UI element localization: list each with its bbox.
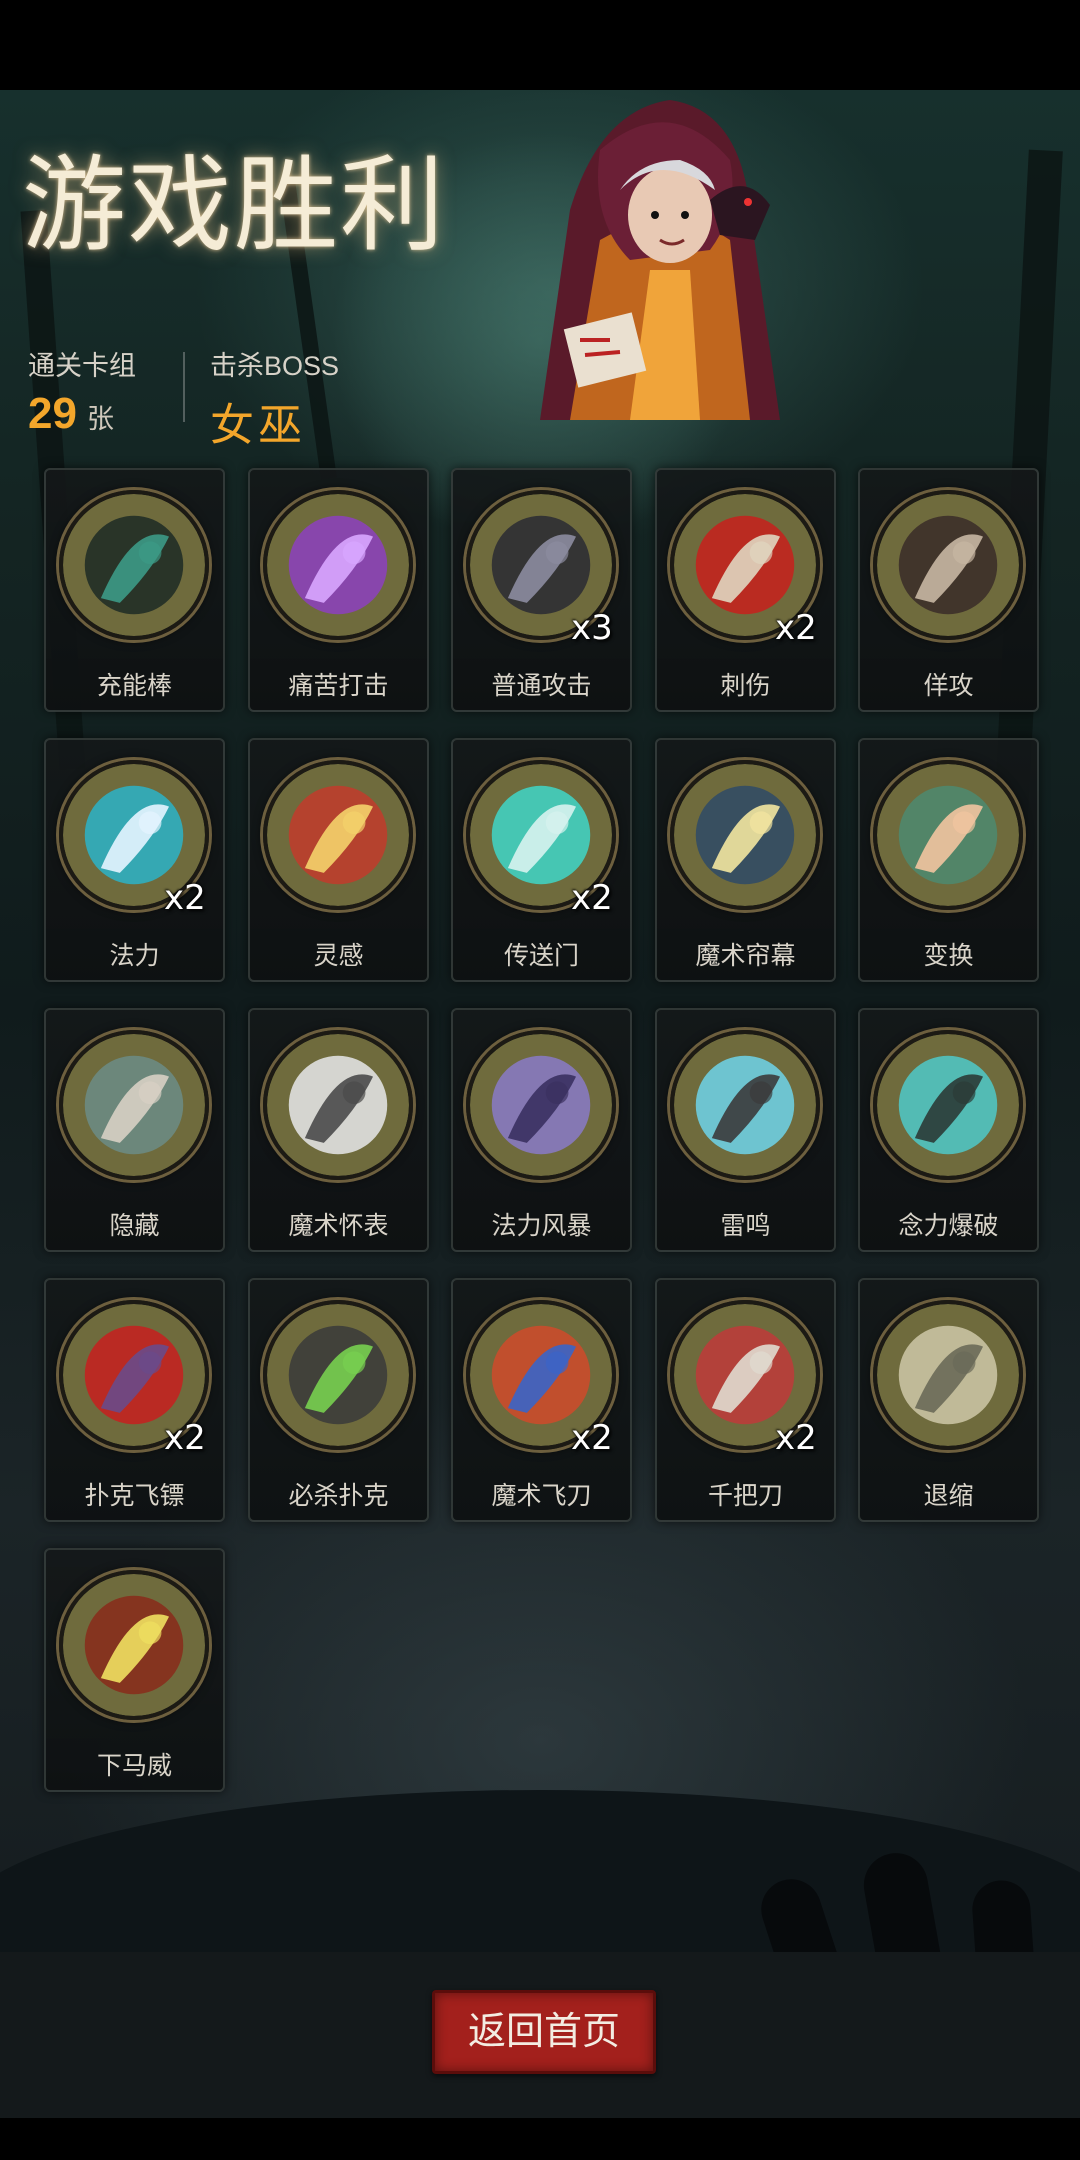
card-name: 法力风暴 xyxy=(491,1212,592,1240)
card-tile[interactable]: 佯攻 xyxy=(858,468,1039,712)
card-name: 必杀扑克 xyxy=(288,1482,389,1510)
card-count-badge: x2 xyxy=(164,878,206,918)
card-count-badge: x3 xyxy=(571,608,613,648)
card-name: 雷鸣 xyxy=(720,1212,771,1240)
card-name: 变换 xyxy=(923,942,974,970)
card-name: 法力 xyxy=(109,942,160,970)
card-name: 魔术帘幕 xyxy=(695,942,796,970)
card-count-badge: x2 xyxy=(775,608,817,648)
card-count-badge: x2 xyxy=(164,1418,206,1458)
retreat-icon xyxy=(873,1300,1023,1450)
thunder-icon xyxy=(670,1030,820,1180)
magic-curtain-icon xyxy=(670,760,820,910)
card-name: 退缩 xyxy=(923,1482,974,1510)
feint-icon xyxy=(873,490,1023,640)
card-name: 痛苦打击 xyxy=(288,672,389,700)
card-tile[interactable]: x2 扑克飞镖 xyxy=(44,1278,225,1522)
card-tile[interactable]: x2 传送门 xyxy=(451,738,632,982)
card-tile[interactable]: 法力风暴 xyxy=(451,1008,632,1252)
card-tile[interactable]: 痛苦打击 xyxy=(248,468,429,712)
victory-title: 游戏胜利 xyxy=(22,144,447,266)
card-tile[interactable]: 灵感 xyxy=(248,738,429,982)
inspiration-icon xyxy=(263,760,413,910)
card-tile[interactable]: x2 法力 xyxy=(44,738,225,982)
mana-storm-icon xyxy=(466,1030,616,1180)
cleared-deck-unit: 张 xyxy=(86,404,114,434)
card-count-badge: x2 xyxy=(571,878,613,918)
return-home-button[interactable]: 返回首页 xyxy=(432,1990,656,2074)
boss-kill-stat: 击杀BOSS 女巫 xyxy=(210,344,339,453)
cleared-deck-count: 29 xyxy=(28,389,77,438)
charge-rod-icon xyxy=(59,490,209,640)
intimidate-icon xyxy=(59,1570,209,1720)
boss-kill-label: 击杀BOSS xyxy=(210,351,340,381)
card-name: 佯攻 xyxy=(923,672,974,700)
cleared-deck-stat: 通关卡组 29 张 xyxy=(28,344,136,439)
card-tile[interactable]: 魔术怀表 xyxy=(248,1008,429,1252)
card-tile[interactable]: x3 普通攻击 xyxy=(451,468,632,712)
top-black-bar xyxy=(0,0,1080,90)
cleared-deck-label: 通关卡组 xyxy=(28,351,136,381)
card-name: 传送门 xyxy=(503,942,579,970)
card-name: 千把刀 xyxy=(707,1482,783,1510)
card-tile[interactable]: 下马威 xyxy=(44,1548,225,1792)
card-tile[interactable]: 魔术帘幕 xyxy=(655,738,836,982)
psychic-blast-icon xyxy=(873,1030,1023,1180)
card-tile[interactable]: 变换 xyxy=(858,738,1039,982)
card-tile[interactable]: 充能棒 xyxy=(44,468,225,712)
card-count-badge: x2 xyxy=(571,1418,613,1458)
card-name: 下马威 xyxy=(96,1752,172,1780)
stat-divider xyxy=(183,352,185,422)
card-name: 扑克飞镖 xyxy=(84,1482,185,1510)
card-name: 念力爆破 xyxy=(898,1212,999,1240)
boss-name: 女巫 xyxy=(210,401,306,450)
card-tile[interactable]: x2 魔术飞刀 xyxy=(451,1278,632,1522)
card-name: 刺伤 xyxy=(720,672,771,700)
bottom-black-bar xyxy=(0,2118,1080,2160)
card-name: 隐藏 xyxy=(109,1212,160,1240)
card-tile[interactable]: 必杀扑克 xyxy=(248,1278,429,1522)
card-tile[interactable]: x2 千把刀 xyxy=(655,1278,836,1522)
card-tile[interactable]: 隐藏 xyxy=(44,1008,225,1252)
killer-poker-icon xyxy=(263,1300,413,1450)
card-name: 普通攻击 xyxy=(491,672,592,700)
card-tile[interactable]: 念力爆破 xyxy=(858,1008,1039,1252)
card-tile[interactable]: 退缩 xyxy=(858,1278,1039,1522)
pocket-watch-icon xyxy=(263,1030,413,1180)
card-name: 魔术飞刀 xyxy=(491,1482,592,1510)
witch-boss-portrait xyxy=(540,100,780,420)
transform-icon xyxy=(873,760,1023,910)
card-tile[interactable]: 雷鸣 xyxy=(655,1008,836,1252)
card-name: 灵感 xyxy=(313,942,364,970)
pain-strike-icon xyxy=(263,490,413,640)
card-name: 充能棒 xyxy=(96,672,172,700)
card-name: 魔术怀表 xyxy=(288,1212,389,1240)
card-tile[interactable]: x2 刺伤 xyxy=(655,468,836,712)
hide-icon xyxy=(59,1030,209,1180)
card-count-badge: x2 xyxy=(775,1418,817,1458)
